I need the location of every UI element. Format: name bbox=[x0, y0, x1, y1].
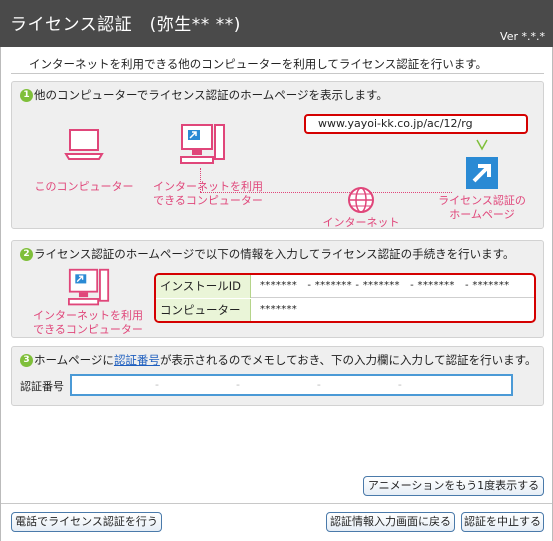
version-label: Ver *.*.* bbox=[500, 30, 545, 43]
registration-info-table: インストールID ******* - ******* - ******* - *… bbox=[154, 273, 536, 323]
internet-computer-label-2: できるコンピューター bbox=[153, 194, 263, 207]
divider bbox=[11, 73, 544, 74]
install-id-label: インストールID bbox=[156, 275, 251, 298]
this-computer-label: このコンピューター bbox=[34, 180, 134, 193]
table-row: コンピューター名 ******* bbox=[156, 299, 534, 321]
divider bbox=[1, 503, 552, 504]
cancel-activation-button[interactable]: 認証を中止する bbox=[461, 512, 544, 532]
step2-heading: 2 ライセンス認証のホームページで以下の情報を入力してライセンス認証の手続きを行… bbox=[20, 246, 514, 262]
auth-number-link[interactable]: 認証番号 bbox=[114, 352, 160, 368]
phone-activation-button[interactable]: 電話でライセンス認証を行う bbox=[11, 512, 162, 532]
step3-heading-post: が表示されるのでメモしておき、下の入力欄に入力して認証を行います。 bbox=[159, 353, 537, 367]
internet-computer-label-2: できるコンピューター bbox=[33, 323, 143, 336]
replay-animation-button[interactable]: アニメーションをもう1度表示する bbox=[363, 476, 544, 496]
connector-line bbox=[200, 192, 452, 193]
desktop-computer-icon bbox=[180, 124, 225, 164]
title-bar: ライセンス認証 (弥生** **) Ver *.*.* bbox=[0, 0, 553, 47]
step3-heading: 3 ホームページに 認証番号 が表示されるのでメモしておき、下の入力欄に入力して認証… bbox=[20, 352, 536, 368]
back-to-input-button[interactable]: 認証情報入力画面に戻る bbox=[326, 512, 455, 532]
step2-panel: 2 ライセンス認証のホームページで以下の情報を入力してライセンス認証の手続きを行… bbox=[11, 240, 544, 338]
down-arrow-icon bbox=[476, 139, 488, 151]
window-title: ライセンス認証 (弥生** **) bbox=[10, 15, 241, 35]
step2-number-icon: 2 bbox=[20, 247, 33, 261]
step2-heading-text: ライセンス認証のホームページで以下の情報を入力してライセンス認証の手続きを行いま… bbox=[34, 247, 515, 261]
step1-heading: 1 他のコンピューターでライセンス認証のホームページを表示します。 bbox=[20, 87, 388, 103]
desktop-computer-icon bbox=[68, 268, 110, 306]
computer-name-label: コンピューター名 bbox=[156, 299, 251, 321]
intro-text: インターネットを利用できる他のコンピューターを利用してライセンス認証を行います。 bbox=[29, 57, 488, 71]
connector-line bbox=[200, 168, 201, 192]
computer-name-value: ******* bbox=[260, 304, 298, 315]
auth-number-input[interactable]: - - - - bbox=[70, 374, 513, 396]
step1-number-icon: 1 bbox=[20, 88, 33, 102]
homepage-label-2: ホームページ bbox=[449, 208, 515, 221]
laptop-icon bbox=[64, 129, 104, 160]
homepage-url: www.yayoi-kk.co.jp/ac/12/rg bbox=[304, 114, 528, 134]
install-id-value: ******* - ******* - ******* - ******* - … bbox=[260, 280, 510, 291]
step1-heading-text: 他のコンピューターでライセンス認証のホームページを表示します。 bbox=[34, 88, 388, 102]
internet-label: インターネット bbox=[322, 216, 400, 229]
step3-panel: 3 ホームページに 認証番号 が表示されるのでメモしておき、下の入力欄に入力して認証… bbox=[11, 346, 544, 406]
homepage-icon bbox=[466, 157, 498, 189]
step3-heading-pre: ホームページに bbox=[34, 353, 114, 367]
internet-computer-label-1: インターネットを利用 bbox=[33, 309, 143, 322]
globe-icon bbox=[348, 187, 374, 213]
auth-number-label: 認証番号 bbox=[20, 380, 64, 393]
main-panel: インターネットを利用できる他のコンピューターを利用してライセンス認証を行います。… bbox=[0, 47, 553, 541]
homepage-label-1: ライセンス認証の bbox=[438, 194, 526, 207]
step1-panel: 1 他のコンピューターでライセンス認証のホームページを表示します。 www.ya… bbox=[11, 81, 544, 229]
table-row: インストールID ******* - ******* - ******* - *… bbox=[156, 275, 534, 298]
step3-number-icon: 3 bbox=[20, 353, 33, 367]
